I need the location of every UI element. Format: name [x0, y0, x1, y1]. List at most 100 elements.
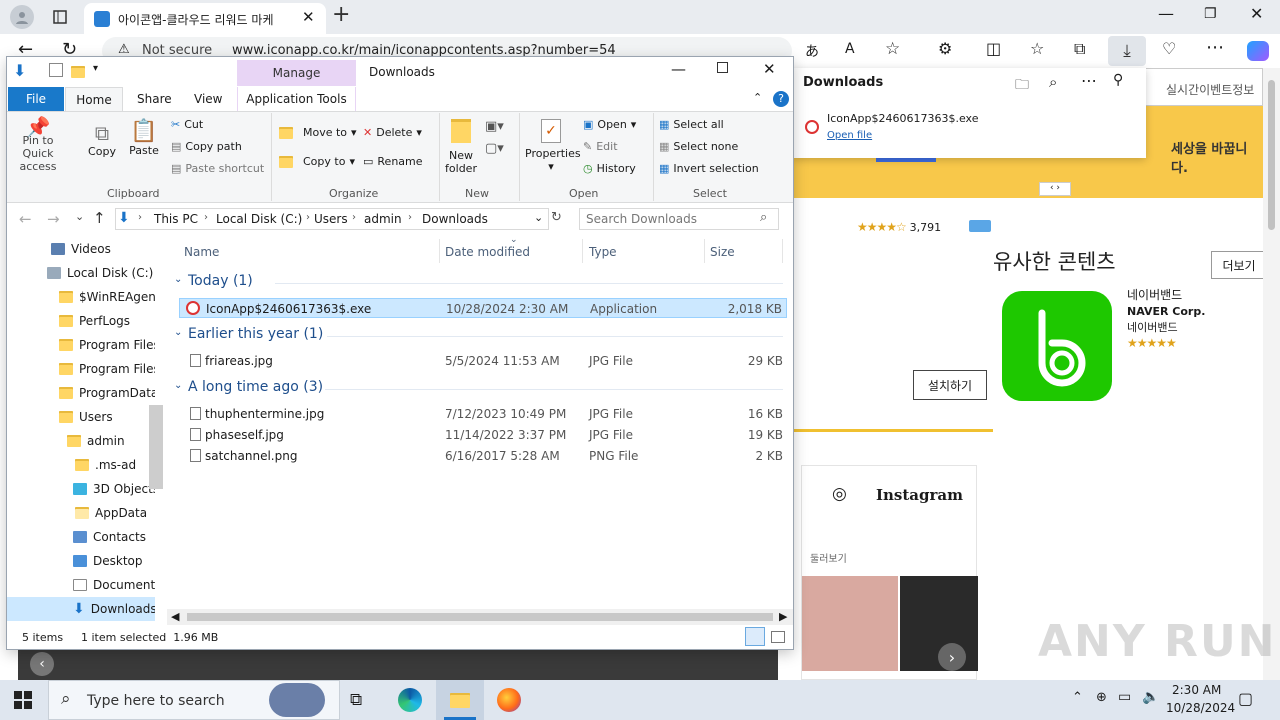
network-icon[interactable]: ▭: [1118, 689, 1131, 705]
quick-access-down-icon[interactable]: ⬇: [13, 61, 26, 80]
tab-iconapp[interactable]: 아이콘앱-클라우드 리워드 마케 ✕: [84, 3, 326, 34]
breadcrumb-this-pc[interactable]: This PC: [154, 212, 198, 226]
instagram-icon[interactable]: ◎: [832, 484, 847, 504]
nav-appdata[interactable]: AppData: [7, 501, 155, 525]
breadcrumb-local-disk[interactable]: Local Disk (C:): [216, 212, 302, 226]
pin-icon[interactable]: ⚲: [1113, 72, 1123, 88]
profile-avatar[interactable]: [10, 5, 34, 29]
back-arrow-icon[interactable]: ←: [19, 210, 32, 228]
column-type[interactable]: Type: [589, 245, 617, 259]
column-size[interactable]: Size: [710, 245, 735, 259]
breadcrumb-admin[interactable]: admin: [364, 212, 402, 226]
file-row-thuphentermine[interactable]: thuphentermine.jpg 7/12/2023 10:49 PM JP…: [179, 404, 787, 424]
tab-application-tools[interactable]: Application Tools: [237, 87, 356, 111]
next-arrow-icon[interactable]: ›: [938, 643, 966, 671]
minimize-icon[interactable]: —: [1158, 4, 1174, 23]
collapse-ribbon-icon[interactable]: ⌃: [753, 91, 762, 104]
up-arrow-icon[interactable]: ↑: [93, 209, 106, 227]
details-view-icon[interactable]: [745, 627, 765, 646]
device-icon[interactable]: ⊕: [1096, 690, 1107, 705]
banner-nav-arrows[interactable]: ‹ ›: [1039, 182, 1071, 196]
collapse-group-icon[interactable]: ⌄: [174, 327, 182, 338]
page-scrollbar[interactable]: [1263, 68, 1280, 680]
recent-locations-icon[interactable]: ⌄: [75, 210, 84, 223]
nav-scrollbar-thumb[interactable]: [149, 405, 163, 489]
explorer-maximize-icon[interactable]: [717, 62, 728, 73]
url-text[interactable]: www.iconapp.co.kr/main/iconappcontents.a…: [232, 43, 616, 58]
nav-ms-ad[interactable]: .ms-ad: [7, 453, 155, 477]
install-button[interactable]: 설치하기: [913, 370, 987, 400]
restore-icon[interactable]: ❐: [1204, 6, 1217, 22]
open-file-link[interactable]: Open file: [827, 130, 872, 141]
clock-date[interactable]: 10/28/2024: [1166, 701, 1235, 715]
file-row-friareas[interactable]: friareas.jpg 5/5/2024 11:53 AM JPG File …: [179, 351, 787, 371]
more-options-icon[interactable]: ⋯: [1081, 71, 1097, 90]
open-folder-icon[interactable]: 🗀: [1015, 74, 1029, 98]
volume-icon[interactable]: 🔈: [1142, 689, 1159, 705]
large-icons-view-icon[interactable]: [771, 631, 785, 643]
nav-downloads[interactable]: ⬇ Downloads: [7, 597, 155, 621]
column-name[interactable]: Name: [184, 245, 219, 259]
nav-program-files[interactable]: Program Files: [7, 333, 155, 357]
heart-icon[interactable]: ♡: [1162, 39, 1176, 58]
explorer-close-icon[interactable]: ✕: [763, 60, 776, 78]
file-row-satchannel[interactable]: satchannel.png 6/16/2017 5:28 AM PNG Fil…: [179, 446, 787, 466]
more-menu-icon[interactable]: ⋯: [1206, 37, 1224, 58]
clock-time[interactable]: 2:30 AM: [1172, 683, 1221, 697]
group-long-time-ago[interactable]: A long time ago (3): [188, 379, 323, 395]
nav-perflogs[interactable]: PerfLogs: [7, 309, 155, 333]
new-folder-icon[interactable]: [71, 66, 85, 78]
taskbar-search[interactable]: ⌕ Type here to search: [48, 680, 340, 720]
task-view-icon[interactable]: ⧉: [350, 690, 362, 710]
collections-icon[interactable]: ⧉: [1074, 39, 1085, 59]
copilot-icon[interactable]: [1247, 41, 1269, 61]
explorer-minimize-icon[interactable]: —: [671, 60, 686, 78]
nav-documents[interactable]: Documents: [7, 573, 155, 597]
refresh-icon[interactable]: ↻: [551, 210, 562, 225]
breadcrumb[interactable]: ⬇ › This PC › Local Disk (C:) › Users › …: [115, 208, 549, 230]
extensions-icon[interactable]: ⚙: [938, 39, 952, 58]
nav-winreagent[interactable]: $WinREAgent: [7, 285, 155, 309]
help-icon[interactable]: ?: [773, 91, 789, 107]
nav-program-files-x86[interactable]: Program Files: [7, 357, 155, 381]
scroll-right-icon[interactable]: ▶: [779, 610, 787, 623]
tab-actions-icon[interactable]: [50, 7, 70, 27]
close-tab-icon[interactable]: ✕: [302, 8, 315, 26]
new-tab-icon[interactable]: +: [332, 2, 350, 27]
file-row-phaseself[interactable]: phaseself.jpg 11/14/2022 3:37 PM JPG Fil…: [179, 425, 787, 445]
nav-admin[interactable]: admin: [7, 429, 155, 453]
tab-view[interactable]: View: [194, 92, 222, 106]
notifications-icon[interactable]: ▢: [1238, 689, 1253, 708]
edge-taskbar-icon[interactable]: [398, 688, 422, 712]
prev-arrow-icon[interactable]: ‹: [30, 652, 54, 676]
firefox-taskbar-icon[interactable]: [497, 688, 521, 712]
explorer-taskbar-button[interactable]: [436, 680, 484, 720]
group-today[interactable]: Today (1): [188, 273, 253, 289]
address-dropdown-icon[interactable]: ⌄: [534, 211, 543, 224]
download-file-name[interactable]: IconApp$2460617363$.exe: [827, 112, 978, 125]
breadcrumb-downloads[interactable]: Downloads: [422, 212, 488, 226]
warning-icon[interactable]: ⚠: [118, 42, 130, 57]
manage-contextual-tab[interactable]: Manage: [237, 60, 356, 86]
favorites-icon[interactable]: ☆: [1030, 39, 1044, 58]
collapse-group-icon[interactable]: ⌄: [174, 380, 182, 391]
nav-videos[interactable]: Videos: [7, 237, 155, 261]
nav-programdata[interactable]: ProgramData: [7, 381, 155, 405]
horizontal-scrollbar[interactable]: ◀ ▶: [167, 609, 793, 625]
column-date-modified[interactable]: Date modified: [445, 245, 530, 259]
translate-icon[interactable]: あ: [805, 41, 819, 61]
more-button[interactable]: 더보기: [1211, 251, 1263, 279]
forward-arrow-icon[interactable]: →: [47, 210, 60, 228]
favorite-star-icon[interactable]: ☆: [885, 39, 900, 59]
nav-desktop[interactable]: Desktop: [7, 549, 155, 573]
tab-file[interactable]: File: [8, 87, 64, 111]
breadcrumb-users[interactable]: Users: [314, 212, 348, 226]
split-screen-icon[interactable]: ◫: [986, 39, 1001, 58]
show-hidden-icons-icon[interactable]: ⌃: [1072, 690, 1083, 705]
naver-band-app-icon[interactable]: [1002, 291, 1112, 401]
tab-share[interactable]: Share: [137, 92, 172, 106]
properties-check-icon[interactable]: [49, 63, 63, 77]
customize-toolbar-icon[interactable]: ▾: [93, 63, 98, 74]
nav-3d-objects[interactable]: 3D Objects: [7, 477, 155, 501]
nav-contacts[interactable]: Contacts: [7, 525, 155, 549]
